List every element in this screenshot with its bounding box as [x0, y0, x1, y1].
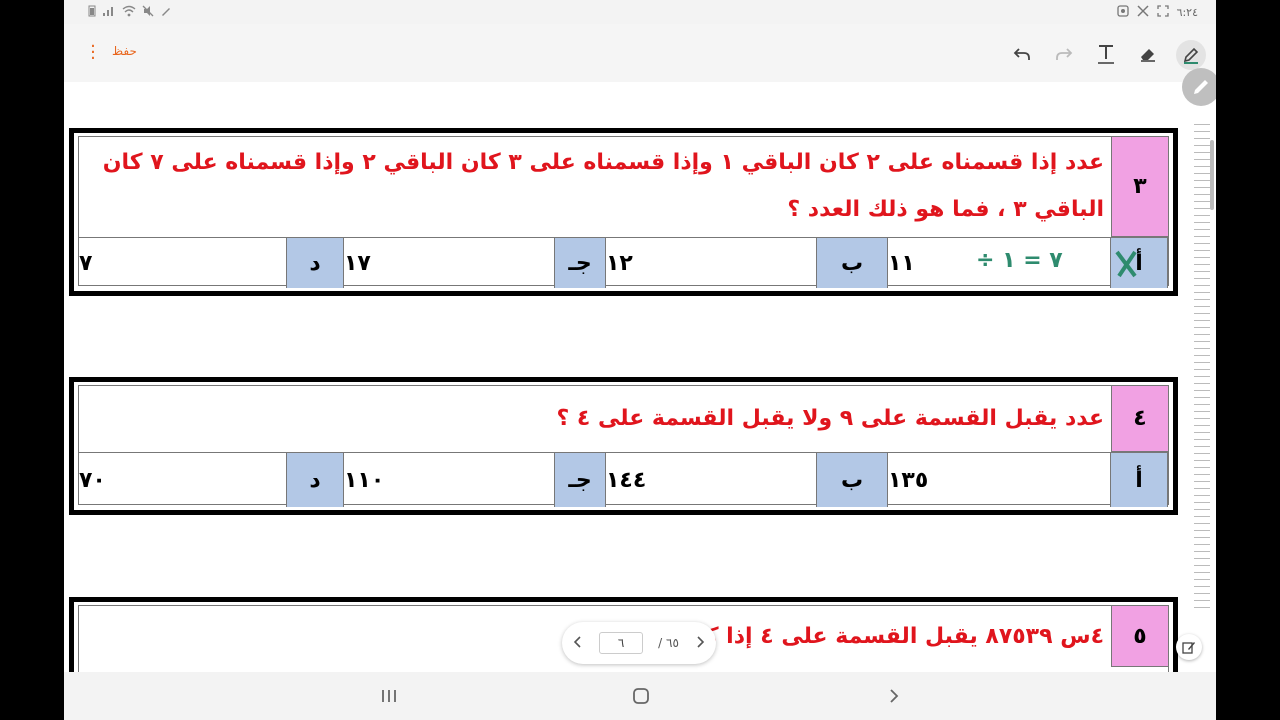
options-row: أ ١١ ÷ ٧ = ١ ب ١٢ جـ ١٧ د ٧	[79, 237, 1168, 288]
page-number-input[interactable]: ٦	[599, 632, 644, 654]
option-label-d: د	[286, 238, 344, 288]
document-page[interactable]: ٣ عدد إذا قسمناه على ٢ كان الباقي ١ وإذا…	[64, 82, 1216, 697]
option-value-b: ١٤٤	[606, 467, 647, 493]
status-icons-left	[88, 5, 172, 20]
chevron-left-icon[interactable]	[572, 635, 584, 652]
eraser-icon[interactable]	[1136, 42, 1160, 66]
option-label-a: أ	[1110, 453, 1168, 507]
option-label-d: د	[286, 453, 344, 507]
system-nav-bar	[64, 672, 1216, 720]
recent-apps-icon[interactable]	[374, 684, 404, 708]
question-4-table: ٤ عدد يقبل القسمة على ٩ ولا يقبل القسمة …	[78, 385, 1169, 507]
mute-icon	[142, 5, 154, 20]
question-number-cell: ٤	[1111, 386, 1168, 452]
chevron-right-icon[interactable]	[694, 635, 706, 652]
question-text-line1: ٤س ٨٧٥٣٩ يقبل القسمة على ٤ إذا كـ	[698, 624, 1104, 649]
signal-icon	[102, 5, 116, 20]
save-button[interactable]: حفظ	[112, 44, 137, 58]
screen-record-icon	[1116, 5, 1129, 20]
page-navigator: ٦ / ٦٥	[562, 622, 716, 664]
annotation-toolbar: · · · حفظ	[64, 24, 1216, 82]
undo-icon[interactable]	[1010, 42, 1034, 66]
more-vert-icon[interactable]: · · ·	[88, 38, 98, 68]
question-number-cell: ٣	[1111, 137, 1168, 237]
scrollbar-thumb[interactable]	[1210, 140, 1214, 210]
option-label-c: جـ	[554, 453, 606, 507]
text-icon[interactable]	[1094, 42, 1118, 66]
option-label-c: جـ	[554, 238, 606, 288]
option-value-b: ١٢	[606, 250, 633, 276]
edit-icon	[1182, 642, 1195, 654]
floating-pen-button[interactable]	[1182, 68, 1216, 106]
option-value-d: ٧٠	[79, 467, 106, 493]
question-number-cell: ٥	[1111, 606, 1168, 667]
cross-mark-icon	[1115, 250, 1137, 278]
clock-time: ٦:٢٤	[1176, 6, 1198, 19]
screenshot-icon	[1156, 5, 1169, 20]
status-icons-right: ٦:٢٤	[1116, 5, 1198, 20]
options-row: أ ١٣٥ ب ١٤٤ جـ ١١٠ د ٧٠	[79, 452, 1168, 507]
question-3-box: ٣ عدد إذا قسمناه على ٢ كان الباقي ١ وإذا…	[69, 128, 1178, 296]
option-label-b: ب	[816, 453, 888, 507]
home-icon[interactable]	[626, 684, 656, 708]
option-value-d: ٧	[79, 250, 93, 276]
wifi-icon	[122, 5, 136, 20]
battery-icon	[88, 5, 96, 20]
handwritten-annotation: ÷ ٧ = ١	[976, 248, 1063, 273]
question-text-line2: الباقي ٣ ، فما هو ذلك العدد ؟	[787, 197, 1104, 222]
edit-pdf-button[interactable]	[1176, 634, 1202, 660]
back-icon[interactable]	[879, 684, 909, 708]
option-value-a: ١٣٥	[888, 467, 929, 493]
tools-icon	[1137, 5, 1149, 20]
question-text-line1: عدد إذا قسمناه على ٢ كان الباقي ١ وإذا ق…	[102, 150, 1104, 175]
pen-icon[interactable]	[1176, 40, 1206, 70]
option-label-a: أ	[1110, 238, 1168, 288]
option-value-c: ١٧	[344, 250, 371, 276]
pen-icon	[1194, 80, 1208, 94]
option-value-c: ١١٠	[344, 467, 385, 493]
option-label-b: ب	[816, 238, 888, 288]
option-value-text: ١١	[888, 250, 915, 276]
option-value-a: ١١ ÷ ٧ = ١	[888, 238, 1110, 288]
question-text-line1: عدد يقبل القسمة على ٩ ولا يقبل القسمة عل…	[556, 406, 1104, 431]
question-3-table: ٣ عدد إذا قسمناه على ٢ كان الباقي ١ وإذا…	[78, 136, 1169, 288]
redo-icon[interactable]	[1052, 42, 1076, 66]
tablet-screen: ٦:٢٤ · · · حفظ ٣ عدد إذا قسمناه على ٢ كا…	[64, 0, 1216, 720]
question-4-box: ٤ عدد يقبل القسمة على ٩ ولا يقبل القسمة …	[69, 377, 1178, 515]
scroll-ruler[interactable]	[1194, 118, 1210, 612]
page-total: / ٦٥	[658, 636, 679, 650]
pen-status-icon	[160, 5, 172, 20]
status-bar: ٦:٢٤	[64, 0, 1216, 24]
